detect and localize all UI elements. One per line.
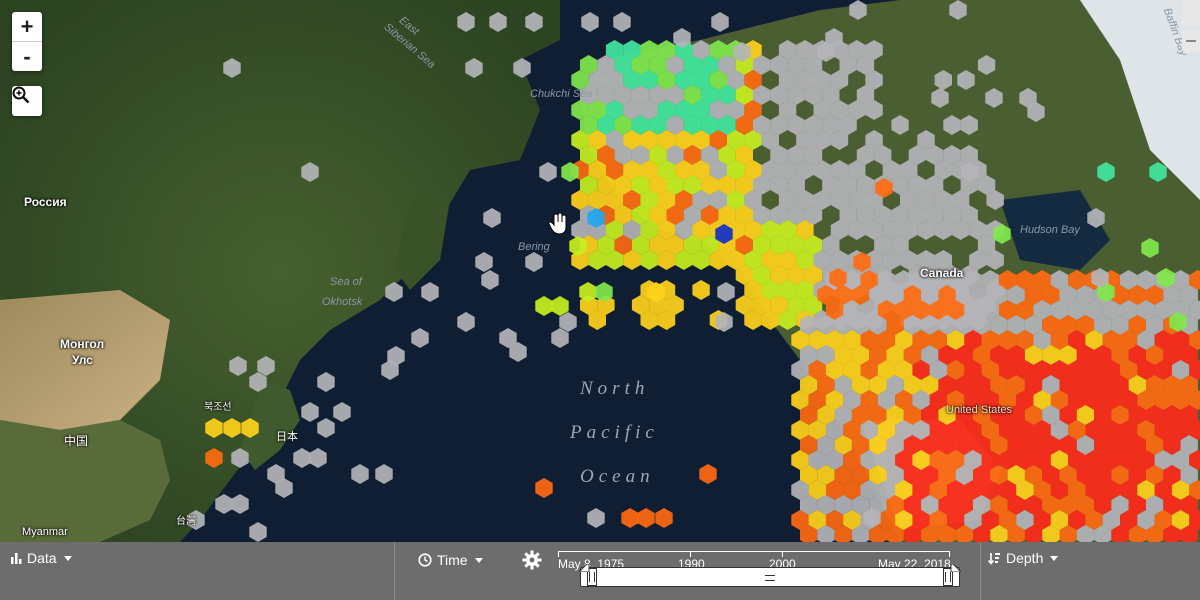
caret-down-icon — [474, 557, 483, 563]
label-myanmar: Myanmar — [22, 526, 68, 538]
gear-icon — [522, 550, 542, 570]
label-okhotsk-line1: Sea of — [330, 276, 362, 288]
clock-icon — [418, 553, 432, 567]
zoom-in-button[interactable]: + — [12, 12, 42, 41]
box-zoom-button[interactable] — [12, 86, 42, 116]
label-ocean-north: North — [580, 378, 650, 399]
label-china: 中国 — [64, 434, 89, 448]
separator — [394, 542, 395, 600]
zoom-out-button[interactable]: - — [12, 41, 42, 71]
caret-down-icon — [63, 555, 72, 561]
data-menu-button[interactable]: Data — [10, 550, 72, 566]
label-bering: Bering — [518, 241, 550, 253]
map-canvas[interactable] — [0, 0, 1200, 542]
label-mongolia-line1: Монгол — [60, 337, 105, 351]
bar-chart-icon — [11, 553, 22, 564]
zoom-magnifier-icon — [12, 86, 30, 104]
sort-depth-icon — [988, 552, 1000, 565]
label-north-korea: 북조선 — [204, 402, 232, 413]
slider-center-grip-icon[interactable] — [765, 575, 775, 581]
hand-cursor-icon — [548, 213, 568, 235]
label-united-states: United States — [946, 404, 1013, 416]
slider-end-caps — [579, 564, 961, 572]
timeline-settings-button[interactable] — [522, 550, 542, 573]
label-japan: 日本 — [276, 431, 298, 443]
map-view[interactable]: Россия Монгол Улс 中国 북조선 日本 台灣 Myanmar C… — [0, 0, 1200, 542]
data-menu-label: Data — [27, 550, 57, 566]
grip-icon — [945, 572, 951, 582]
label-russia: Россия — [24, 195, 67, 209]
label-ocean-ocean: Ocean — [580, 466, 655, 487]
depth-menu-button[interactable]: Depth — [988, 550, 1059, 566]
depth-menu-label: Depth — [1006, 550, 1044, 566]
label-chukchi: Chukchi Sea — [530, 88, 593, 100]
separator — [980, 542, 981, 600]
time-menu-button[interactable]: Time — [418, 552, 483, 568]
zoom-control: + - — [12, 12, 42, 71]
label-hudson: Hudson Bay — [1020, 224, 1080, 236]
label-mongolia-line2: Улс — [72, 353, 93, 367]
label-ocean-pacific: Pacific — [570, 422, 659, 443]
minus-icon — [1186, 40, 1196, 42]
label-canada: Canada — [920, 266, 964, 280]
label-okhotsk-line2: Okhotsk — [322, 296, 363, 308]
timeline-axis — [558, 551, 950, 552]
time-menu-label: Time — [437, 552, 468, 568]
caret-down-icon — [1050, 555, 1059, 561]
label-taiwan: 台灣 — [176, 516, 196, 527]
collapse-button[interactable] — [1182, 30, 1200, 52]
grip-icon — [589, 572, 595, 582]
layer-toggle-button[interactable] — [1182, 0, 1200, 26]
